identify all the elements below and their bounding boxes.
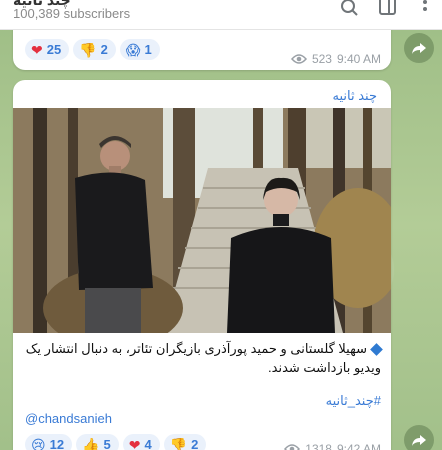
share-arrow-icon[interactable]: [404, 33, 434, 63]
channel-name-link[interactable]: چند ثانیه: [333, 88, 377, 104]
channel-handle-link[interactable]: @chandsanieh: [25, 411, 112, 426]
post-caption: سهیلا گلستانی و حمید پورآذری بازیگران تئ…: [23, 339, 383, 377]
post-photo[interactable]: [13, 108, 391, 333]
eye-icon: [284, 444, 301, 450]
search-icon[interactable]: [340, 0, 360, 18]
reaction-heart[interactable]: ❤ 4: [122, 434, 160, 450]
reaction-count: 4: [144, 437, 152, 450]
reaction-count: 1: [144, 42, 152, 57]
reaction-bar: ❤ 25 👎 2 😱 1: [25, 39, 160, 60]
reaction-thumbs-up[interactable]: 👍 5: [76, 434, 119, 450]
message-bubble[interactable]: ❤ 25 👎 2 😱 1 523 9:40 AM: [13, 26, 391, 70]
hashtag-link[interactable]: #چند_ثانیه: [23, 393, 381, 409]
message-meta: 523 9:40 AM: [290, 52, 381, 66]
scream-face-icon: 😱: [125, 41, 141, 58]
sidebar-toggle-icon[interactable]: [378, 0, 398, 18]
reaction-scream[interactable]: 😱 1: [119, 39, 160, 60]
blue-diamond-icon: [370, 343, 383, 356]
channel-header[interactable]: چند ثانیه 100,389 subscribers: [0, 0, 442, 30]
heart-icon: ❤: [128, 436, 141, 450]
reaction-thumbs-down[interactable]: 👎 2: [163, 434, 207, 450]
subscriber-count: 100,389 subscribers: [13, 6, 131, 21]
thumbs-up-icon: 👍: [82, 436, 100, 450]
caption-text: سهیلا گلستانی و حمید پورآذری بازیگران تئ…: [25, 341, 381, 375]
view-count: 1318: [305, 442, 332, 450]
message-time: 9:42 AM: [336, 442, 381, 450]
reaction-cry[interactable]: 😢 12: [25, 434, 73, 450]
more-vertical-icon[interactable]: [415, 0, 435, 18]
reaction-count: 5: [103, 437, 111, 450]
message-time: 9:40 AM: [336, 52, 381, 66]
reaction-count: 2: [191, 437, 199, 450]
message-meta: 1318 9:42 AM: [284, 442, 381, 450]
view-count: 523: [311, 52, 332, 66]
message-bubble[interactable]: چند ثانیه سهیلا گلستانی و حمید پورآذری ب…: [13, 80, 391, 450]
reaction-bar: 😢 12 👍 5 ❤ 4 👎 2: [25, 434, 207, 450]
reaction-count: 12: [49, 437, 65, 450]
thumbs-down-icon: 👎: [79, 41, 97, 58]
thumbs-down-icon: 👎: [169, 436, 188, 450]
crying-face-icon: 😢: [31, 436, 46, 450]
reaction-heart[interactable]: ❤ 25: [25, 39, 70, 60]
reaction-thumbs-down[interactable]: 👎 2: [73, 39, 116, 60]
heart-icon: ❤: [31, 41, 43, 58]
reaction-count: 2: [100, 42, 108, 57]
reaction-count: 25: [46, 42, 62, 57]
eye-icon: [290, 54, 307, 64]
share-arrow-icon[interactable]: [404, 425, 434, 450]
